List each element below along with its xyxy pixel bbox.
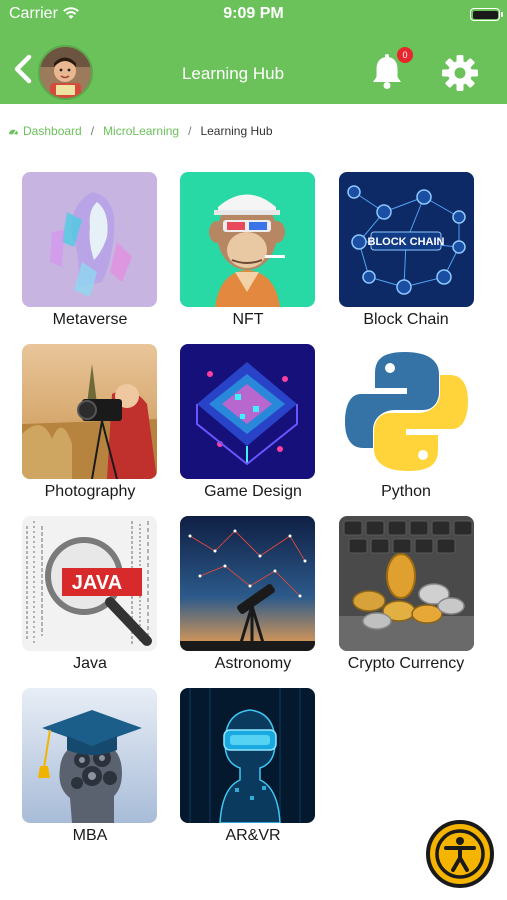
gear-icon[interactable] [441, 54, 479, 92]
clock: 9:09 PM [223, 5, 284, 22]
app-header: Carrier 9:09 PM Learning Hub 0 [0, 0, 507, 104]
blockchain-image: BLOCK CHAIN [339, 172, 474, 307]
topic-tile-mba[interactable] [22, 688, 157, 823]
crypto-image [339, 516, 474, 651]
topic-tile-ar-vr[interactable] [180, 688, 315, 823]
breadcrumb: Dashboard / MicroLearning / Learning Hub [8, 124, 273, 138]
battery-tip [501, 12, 503, 17]
breadcrumb-separator: / [188, 124, 192, 138]
topic-label-photography: Photography [44, 483, 136, 500]
page-title: Learning Hub [181, 64, 285, 83]
topic-tile-java[interactable]: JAVA [22, 516, 157, 651]
back-button[interactable] [10, 54, 36, 84]
java-image-text: JAVA [72, 572, 122, 594]
topic-tile-astronomy[interactable] [180, 516, 315, 651]
topic-label-nft: NFT [232, 311, 264, 328]
mba-image [22, 688, 157, 823]
metaverse-image [22, 172, 157, 307]
topic-label-java: Java [73, 655, 107, 672]
astronomy-image [180, 516, 315, 651]
breadcrumb-dashboard[interactable]: Dashboard [23, 124, 82, 138]
python-logo-image [339, 344, 474, 479]
breadcrumb-separator: / [90, 124, 95, 138]
topic-label-ar-vr: AR&VR [225, 827, 281, 844]
topic-label-crypto-currency: Crypto Currency [347, 655, 465, 672]
topic-tile-nft[interactable] [180, 172, 315, 307]
user-avatar[interactable] [38, 45, 93, 100]
topic-tile-block-chain[interactable]: BLOCK CHAIN [339, 172, 474, 307]
topic-tile-metaverse[interactable] [22, 172, 157, 307]
blockchain-image-text: BLOCK CHAIN [368, 236, 445, 248]
topic-label-python: Python [381, 483, 431, 500]
topic-tile-crypto-currency[interactable] [339, 516, 474, 651]
battery-icon [470, 8, 500, 21]
ar-vr-image [180, 688, 315, 823]
accessibility-icon [435, 829, 485, 879]
notification-badge: 0 [397, 47, 413, 63]
topic-label-metaverse: Metaverse [52, 311, 128, 328]
nft-image [180, 172, 315, 307]
topic-tile-game-design[interactable] [180, 344, 315, 479]
breadcrumb-microlearning[interactable]: MicroLearning [103, 124, 179, 138]
java-image: JAVA [22, 516, 157, 651]
photography-image [22, 344, 157, 479]
game-design-image [180, 344, 315, 479]
dashboard-icon [8, 129, 19, 135]
topic-label-block-chain: Block Chain [363, 311, 449, 328]
status-bar: Carrier 9:09 PM [0, 0, 507, 30]
topic-tile-photography[interactable] [22, 344, 157, 479]
topic-tile-python[interactable] [339, 344, 474, 479]
topic-label-mba: MBA [72, 827, 108, 844]
breadcrumb-current: Learning Hub [200, 124, 273, 138]
accessibility-button[interactable] [426, 820, 494, 888]
